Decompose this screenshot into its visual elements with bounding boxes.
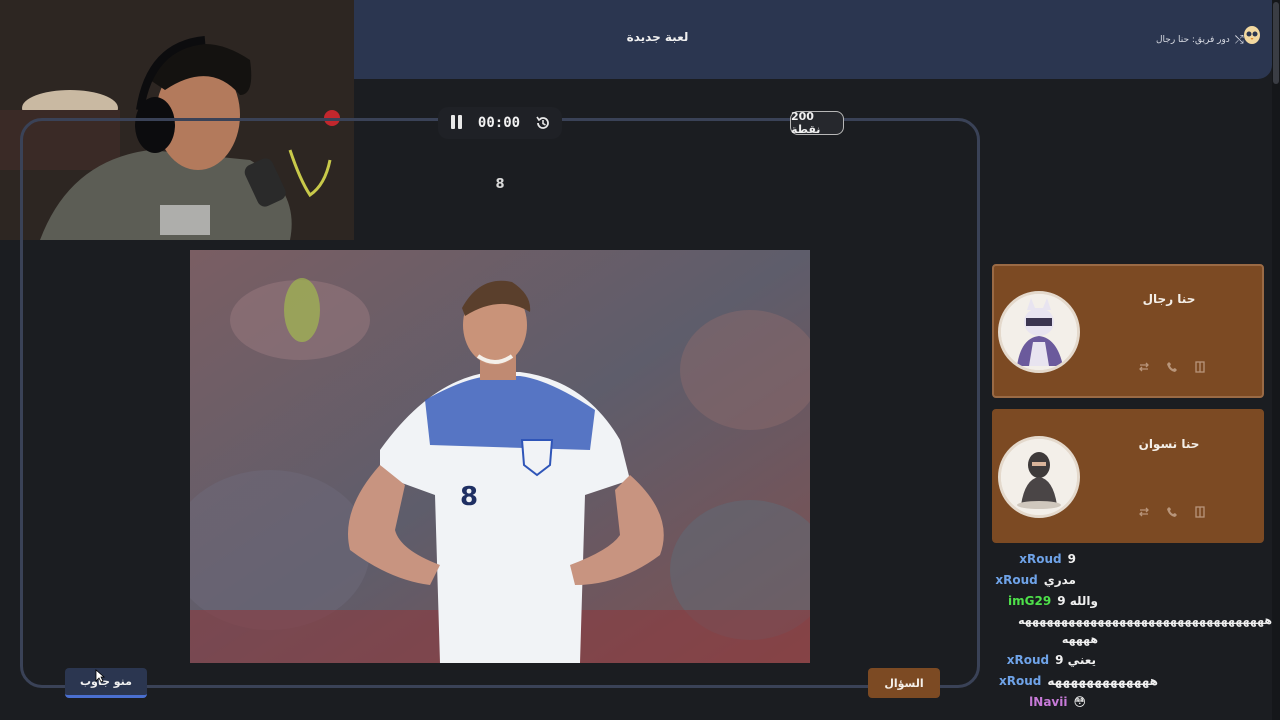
question-hint-text: 8	[495, 177, 505, 192]
question-button[interactable]: السؤال	[868, 668, 940, 698]
chat-text: 9	[1067, 552, 1076, 566]
timer-control: 00:00	[438, 107, 562, 139]
swap-icon[interactable]	[1138, 358, 1150, 372]
chat-username: xRoud	[995, 573, 1038, 587]
team-name: حنا نسوان	[1138, 437, 1200, 451]
chat-message: imG29 والله 9	[1008, 594, 1098, 608]
chat-text: يعني 9	[1055, 653, 1096, 667]
scrollbar-track[interactable]	[1272, 0, 1280, 720]
team-actions	[1138, 503, 1206, 518]
chat-username: lNavii	[1029, 695, 1068, 709]
logo[interactable]	[1238, 24, 1266, 56]
pause-icon[interactable]	[448, 115, 464, 131]
team-actions	[1138, 358, 1206, 373]
game-page: لعبة جديدة دور فريق: حنا رجال ⤭ 00:00 20…	[0, 0, 1280, 720]
chat-username: xRoud	[1006, 653, 1050, 667]
chat-message: ههههه	[1062, 633, 1098, 646]
chat-message: xRoud هههههههههههههه	[999, 674, 1158, 688]
football-player-photo: 8	[190, 250, 810, 663]
swap-icon[interactable]	[1138, 503, 1150, 517]
team-name: حنا رجال	[1142, 292, 1196, 306]
chat-message: xRoud مدري	[995, 573, 1076, 587]
turn-label: دور فريق: حنا رجال	[1156, 35, 1230, 45]
chat-text: هههههههههههههه	[1047, 674, 1158, 688]
team-card-men: حنا رجال	[992, 264, 1264, 398]
chat-text: والله 9	[1057, 594, 1098, 608]
who-answered-button[interactable]: منو جاوب	[65, 668, 147, 698]
question-image: 8	[190, 250, 810, 663]
scrollbar-thumb[interactable]	[1273, 2, 1279, 84]
owl-logo-icon	[1244, 26, 1260, 44]
chat-username: xRoud	[998, 674, 1042, 688]
team-avatar	[998, 291, 1080, 373]
door-icon[interactable]	[1194, 503, 1206, 518]
team-avatar	[998, 436, 1080, 518]
niqab-avatar-icon	[1001, 439, 1077, 515]
ninja-avatar-icon	[1001, 294, 1077, 370]
door-icon[interactable]	[1194, 358, 1206, 373]
chat-text: ههههههههههههههههههههههههههههههههههه	[1018, 614, 1272, 627]
chat-text: 😳	[1073, 695, 1086, 709]
chat-message: ههههههههههههههههههههههههههههههههههه	[1018, 614, 1272, 627]
chat-text: ههههه	[1061, 633, 1098, 646]
turn-indicator[interactable]: دور فريق: حنا رجال ⤭	[1148, 30, 1252, 50]
svg-text:8: 8	[460, 482, 478, 512]
chat-text: مدري	[1043, 573, 1076, 587]
chat-message: xRoud 9	[1019, 552, 1076, 566]
points-badge: 200 نقطة	[790, 110, 844, 136]
chat-username: imG29	[1008, 594, 1052, 608]
phone-icon[interactable]	[1166, 358, 1178, 372]
chat-message: lNavii 😳	[1029, 695, 1086, 709]
mouse-cursor-icon	[95, 669, 105, 683]
team-card-women: حنا نسوان	[992, 409, 1264, 543]
chat-message: xRoud يعني 9	[1007, 653, 1096, 667]
reset-timer-icon[interactable]	[534, 114, 552, 132]
chat-username: xRoud	[1019, 552, 1062, 566]
timer-display: 00:00	[477, 115, 521, 131]
new-game-button[interactable]: لعبة جديدة	[600, 30, 715, 44]
phone-icon[interactable]	[1166, 503, 1178, 517]
